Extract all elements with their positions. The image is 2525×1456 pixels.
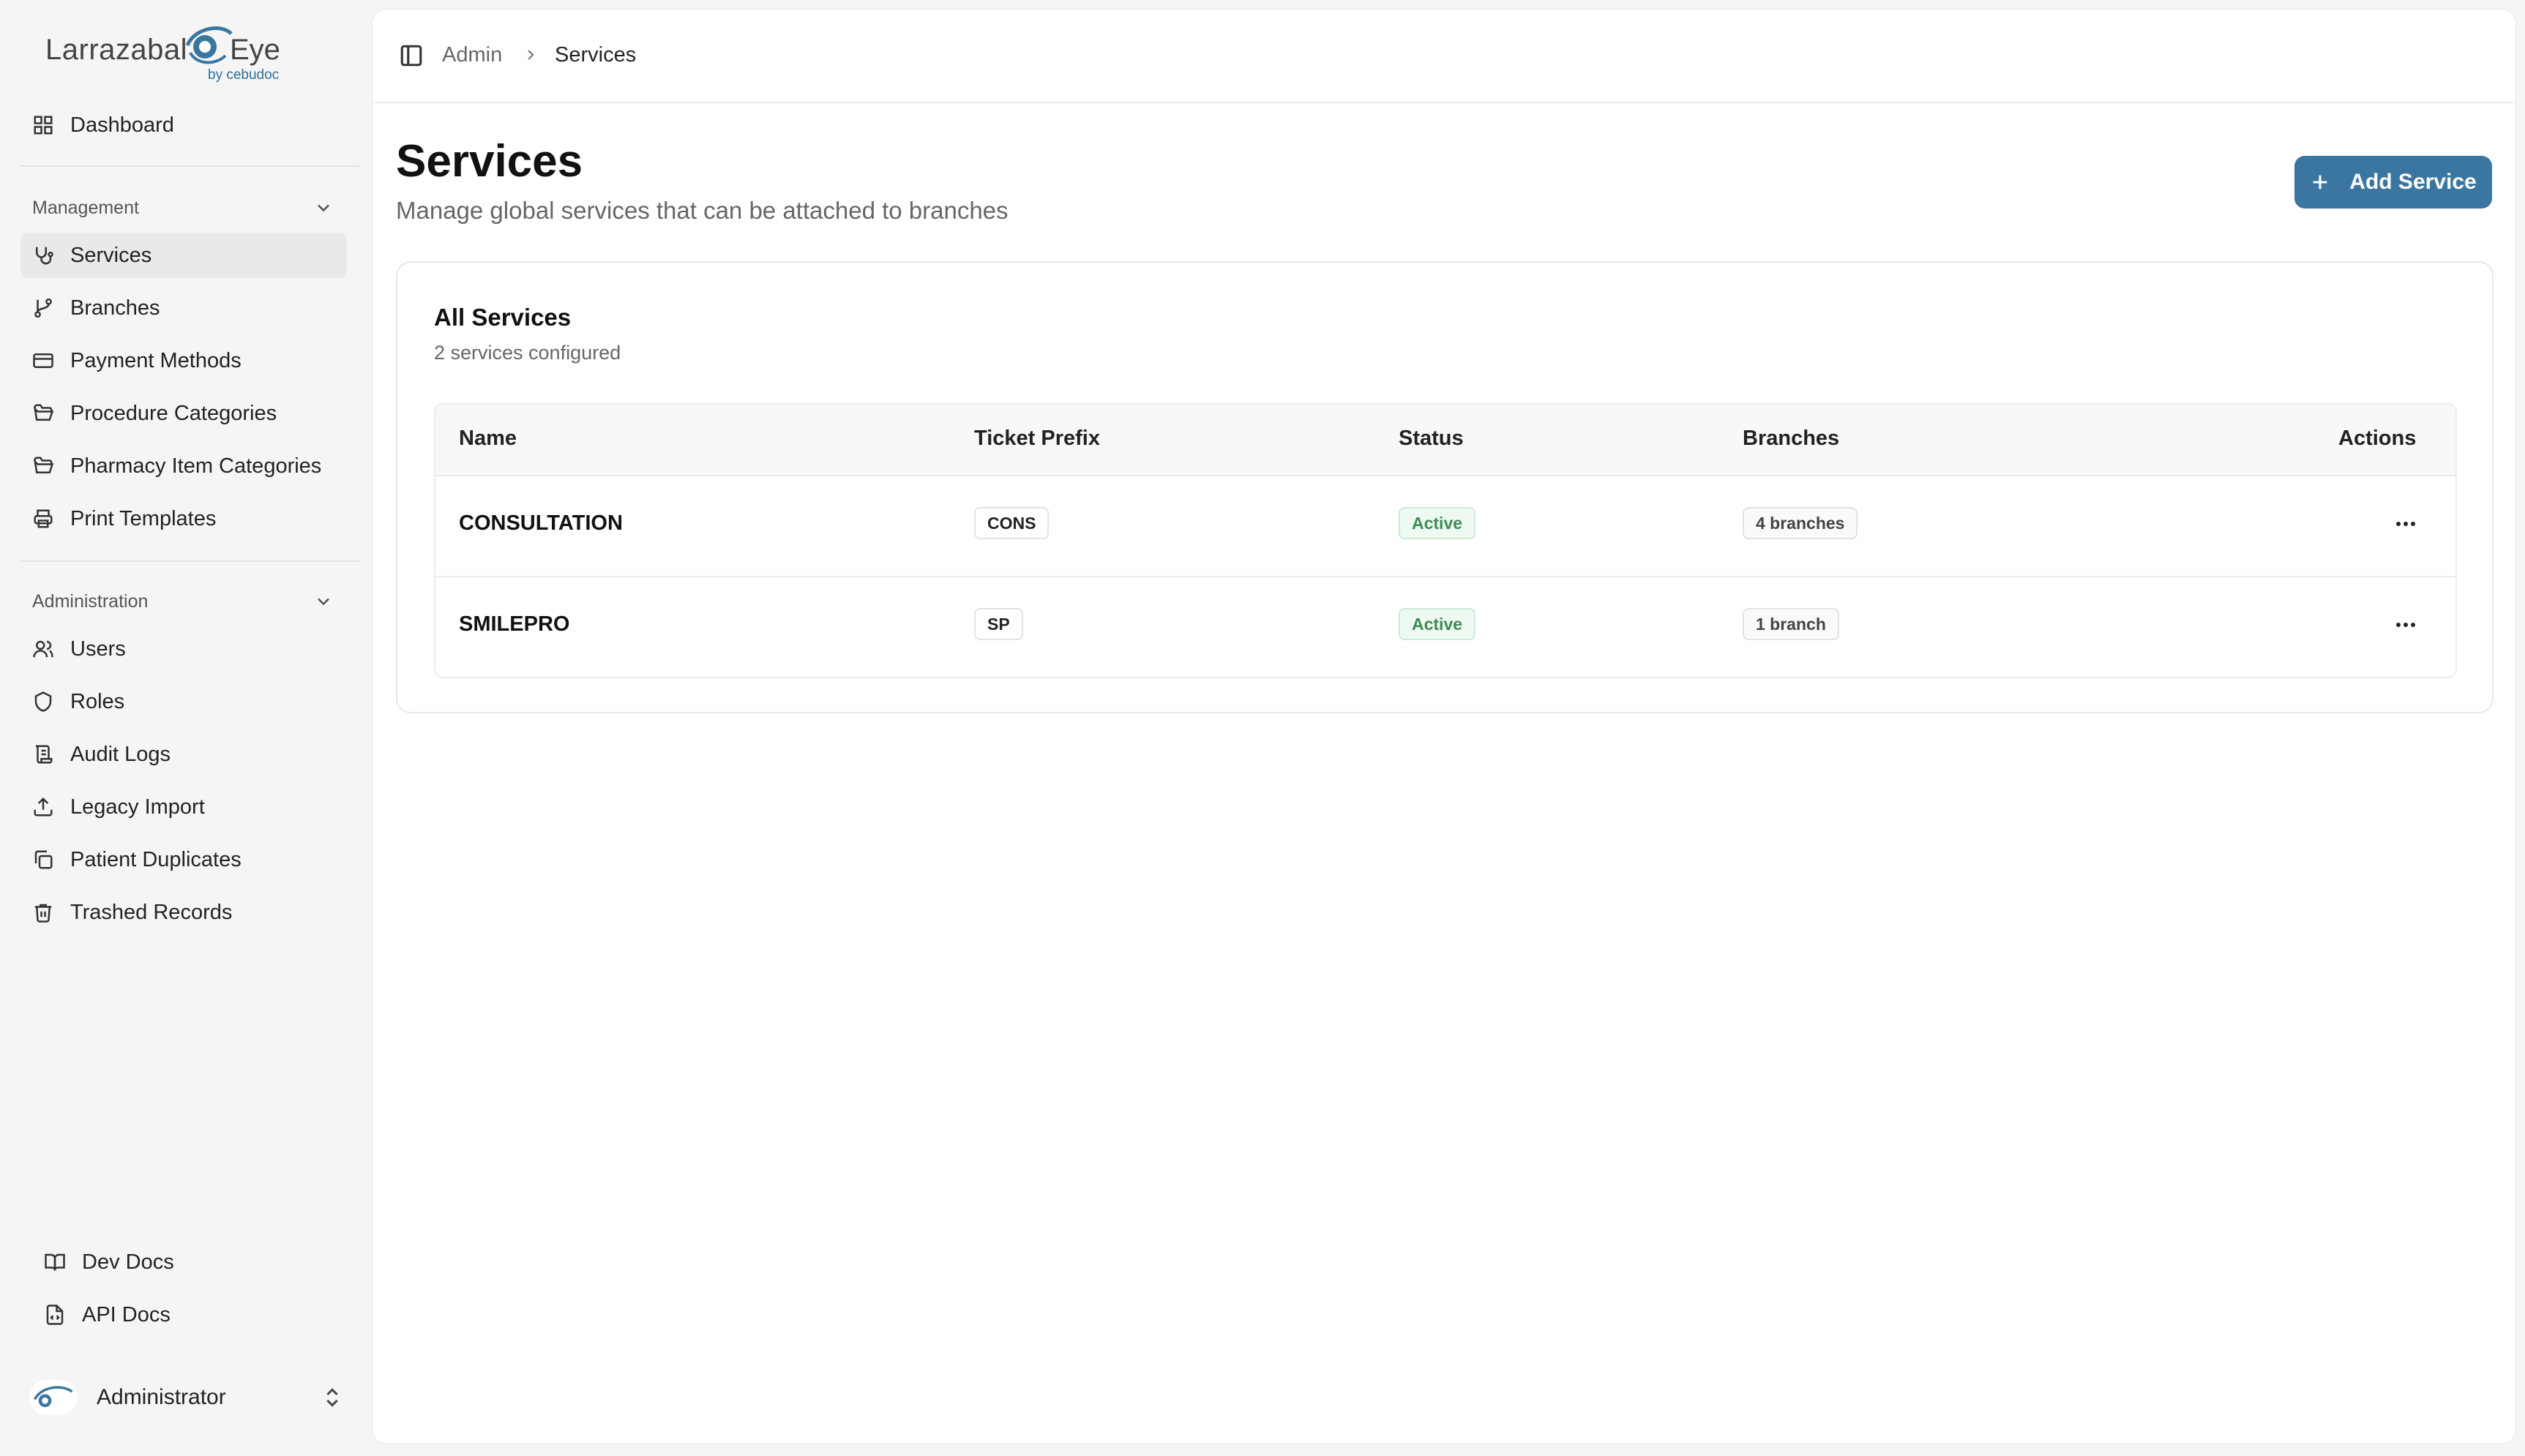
ticket-prefix-badge: SP — [974, 608, 1023, 640]
sidebar-item-legacy-import[interactable]: Legacy Import — [20, 784, 347, 830]
sidebar-item-label: Dashboard — [70, 113, 174, 137]
users-icon — [32, 638, 54, 660]
sidebar-item-label: Services — [70, 243, 152, 267]
more-actions-icon[interactable] — [2391, 614, 2420, 636]
column-header-ticket-prefix[interactable]: Ticket Prefix — [974, 427, 1100, 451]
trash-icon — [32, 901, 54, 923]
avatar — [29, 1380, 78, 1415]
column-header-name[interactable]: Name — [459, 427, 517, 451]
sidebar-item-audit-logs[interactable]: Audit Logs — [20, 732, 347, 777]
more-actions-icon[interactable] — [2391, 513, 2420, 535]
sidebar-divider — [20, 165, 360, 167]
sidebar-item-users[interactable]: Users — [20, 626, 347, 672]
sidebar-item-patient-duplicates[interactable]: Patient Duplicates — [20, 837, 347, 882]
brand-name-part1: Larrazabal — [45, 34, 188, 66]
service-name: CONSULTATION — [459, 511, 623, 535]
sidebar-item-branches[interactable]: Branches — [20, 285, 347, 331]
user-name: Administrator — [97, 1385, 226, 1409]
main-panel: Admin Services Services Manage global se… — [372, 9, 2516, 1444]
sidebar-item-label: Audit Logs — [70, 742, 171, 766]
add-service-button[interactable]: Add Service — [2294, 156, 2492, 209]
git-branch-icon — [32, 297, 54, 319]
column-header-status[interactable]: Status — [1399, 427, 1464, 451]
add-service-label: Add Service — [2349, 170, 2477, 194]
brand-sub: by cebudoc — [208, 67, 280, 83]
services-card: All Services 2 services configured Name … — [396, 261, 2494, 713]
sidebar-item-label: Dev Docs — [82, 1250, 174, 1274]
breadcrumb-admin[interactable]: Admin — [442, 43, 502, 67]
chevron-down-icon[interactable] — [313, 198, 334, 218]
sidebar-item-dashboard[interactable]: Dashboard — [20, 102, 347, 148]
sidebar-item-label: Procedure Categories — [70, 401, 277, 425]
chevrons-up-down-icon[interactable] — [321, 1386, 344, 1409]
sidebar-item-label: Roles — [70, 689, 125, 713]
chevron-right-icon — [522, 46, 539, 64]
sidebar-item-pharmacy-item-categories[interactable]: Pharmacy Item Categories — [20, 443, 347, 489]
credit-card-icon — [32, 350, 54, 372]
sidebar-item-procedure-categories[interactable]: Procedure Categories — [20, 391, 347, 436]
folder-open-icon — [32, 402, 54, 424]
table-header: Name Ticket Prefix Status Branches Actio… — [435, 405, 2455, 476]
card-subtitle: 2 services configured — [434, 342, 621, 364]
sidebar-item-label: Print Templates — [70, 506, 217, 530]
sidebar-item-print-templates[interactable]: Print Templates — [20, 496, 347, 541]
sidebar-item-label: Patient Duplicates — [70, 847, 242, 871]
status-badge: Active — [1399, 507, 1476, 539]
services-table: Name Ticket Prefix Status Branches Actio… — [434, 403, 2457, 678]
sidebar-toggle-icon[interactable] — [399, 43, 424, 68]
plus-icon — [2310, 172, 2330, 192]
branches-badge[interactable]: 1 branch — [1743, 608, 1839, 640]
breadcrumb-current: Services — [555, 43, 637, 67]
table-row[interactable]: SMILEPRO SP Active 1 branch — [435, 577, 2455, 677]
page-title: Services — [396, 136, 583, 187]
printer-icon — [32, 508, 54, 530]
section-label-administration: Administration — [32, 591, 149, 612]
stethoscope-icon — [32, 244, 54, 266]
sidebar-item-label: Branches — [70, 296, 160, 320]
column-header-branches[interactable]: Branches — [1743, 427, 1839, 451]
folder-open-icon — [32, 455, 54, 477]
sidebar-item-payment-methods[interactable]: Payment Methods — [20, 338, 347, 383]
sidebar-item-services[interactable]: Services — [20, 233, 347, 278]
section-label-management: Management — [32, 198, 139, 218]
column-header-actions: Actions — [2338, 427, 2417, 450]
eye-logo-icon — [183, 19, 234, 70]
brand-name-part2: Eye — [230, 34, 280, 66]
sidebar-divider — [20, 560, 360, 562]
sidebar-item-label: API Docs — [82, 1302, 171, 1326]
sidebar-item-label: Trashed Records — [70, 900, 233, 924]
scroll-text-icon — [32, 743, 54, 765]
top-bar: Admin Services — [373, 10, 2515, 103]
branches-badge[interactable]: 4 branches — [1743, 507, 1858, 539]
table-row[interactable]: CONSULTATION CONS Active 4 branches — [435, 476, 2455, 577]
chevron-down-icon[interactable] — [313, 591, 334, 612]
sidebar-link-api-docs[interactable]: API Docs — [32, 1292, 359, 1337]
brand-logo[interactable]: Larrazabal Eye by cebudoc — [45, 19, 287, 88]
status-badge: Active — [1399, 608, 1476, 640]
copy-icon — [32, 849, 54, 871]
sidebar-link-dev-docs[interactable]: Dev Docs — [32, 1239, 359, 1285]
sidebar-item-label: Pharmacy Item Categories — [70, 454, 322, 478]
card-title: All Services — [434, 304, 572, 331]
user-menu[interactable]: Administrator — [29, 1376, 344, 1419]
sidebar-item-label: Users — [70, 637, 126, 661]
sidebar: Larrazabal Eye by cebudoc Dashboard Mana… — [0, 0, 369, 1456]
service-name: SMILEPRO — [459, 612, 570, 636]
sidebar-item-roles[interactable]: Roles — [20, 679, 347, 724]
page-subtitle: Manage global services that can be attac… — [396, 197, 1009, 224]
sidebar-item-label: Payment Methods — [70, 348, 242, 372]
shield-icon — [32, 691, 54, 713]
file-code-icon — [44, 1304, 66, 1326]
sidebar-item-trashed-records[interactable]: Trashed Records — [20, 890, 347, 935]
dashboard-grid-icon — [32, 114, 54, 136]
ticket-prefix-badge: CONS — [974, 507, 1050, 539]
sidebar-item-label: Legacy Import — [70, 795, 205, 819]
book-open-icon — [44, 1251, 66, 1273]
upload-icon — [32, 796, 54, 818]
